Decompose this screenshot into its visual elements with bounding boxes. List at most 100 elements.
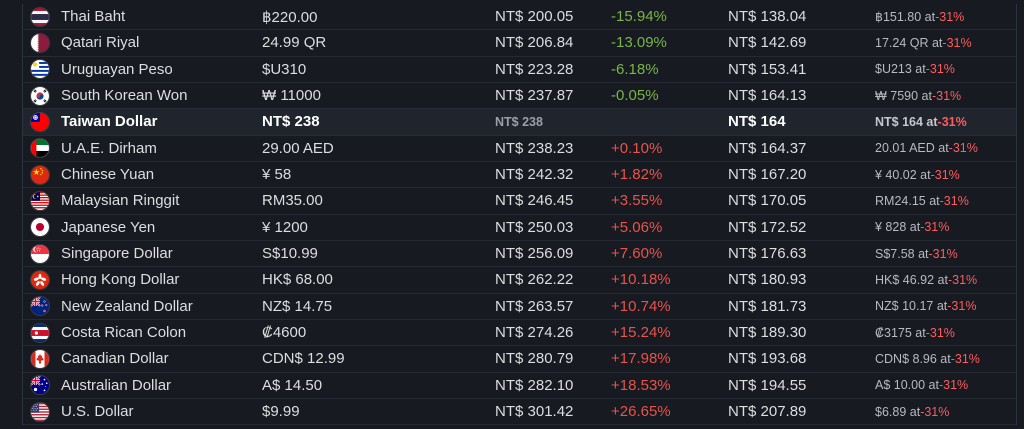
table-row: U.S. Dollar $9.99 NT$ 301.42 +26.65% NT$… [23,399,1016,426]
converted-price: NT$ 274.26 [495,324,574,342]
discount-info: ¥ 828 at -31% [875,215,949,240]
converted-price: NT$ 200.05 [495,8,574,26]
table-row: Uruguayan Peso $U310 NT$ 223.28 -6.18% N… [23,57,1016,83]
table-row: Hong Kong Dollar HK$ 68.00 NT$ 262.22 +1… [23,267,1016,294]
discount-percent: -31% [925,325,955,340]
sale-price: NT$ 180.93 [728,271,807,289]
local-price: $9.99 [262,403,300,421]
local-price: A$ 14.50 [262,376,323,394]
currency-name: Thai Baht [61,8,126,26]
converted-price: NT$ 250.03 [495,218,574,236]
local-price: ¥ 58 [262,166,292,184]
discount-price: ฿151.80 at [875,10,936,25]
converted-price: NT$ 301.42 [495,403,574,421]
price-difference: -13.09% [611,34,667,52]
sale-price: NT$ 170.05 [728,192,807,210]
discount-info: ₩ 7590 at -31% [875,83,961,108]
sale-price: NT$ 164.37 [728,139,807,157]
converted-price: NT$ 280.79 [495,350,574,368]
price-difference: -0.05% [611,87,659,105]
local-price: ¥ 1200 [262,218,308,236]
sale-price: NT$ 189.30 [728,324,807,342]
currency-name: Japanese Yen [61,218,156,236]
discount-percent: -31% [939,193,969,208]
sale-price: NT$ 194.55 [728,376,807,394]
currency-name: Costa Rican Colon [61,324,187,342]
hong-kong-flag-icon [30,269,50,290]
discount-percent: -31% [920,404,950,419]
uruguay-flag-icon [30,59,50,80]
currency-name: New Zealand Dollar [61,297,193,315]
sale-price: NT$ 193.68 [728,350,807,368]
table-row: U.A.E. Dirham 29.00 AED NT$ 238.23 +0.10… [23,136,1016,162]
currency-name: Canadian Dollar [61,350,169,368]
currency-name: Taiwan Dollar [61,113,158,131]
malaysia-flag-icon [30,190,50,211]
discount-percent: -31% [947,299,977,314]
price-comparison-table: Thai Baht ฿220.00 NT$ 200.05 -15.94% NT$… [22,4,1017,426]
discount-percent: -31% [947,272,978,287]
discount-info: $U213 at -31% [875,57,955,82]
currency-name: Hong Kong Dollar [61,271,180,289]
price-difference: +10.74% [611,297,671,315]
discount-percent: -31% [925,62,955,77]
sale-price: NT$ 164 [728,113,786,131]
currency-name: Qatari Riyal [61,34,140,52]
australia-flag-icon [30,375,50,396]
uae-flag-icon [30,138,50,159]
local-price: HK$ 68.00 [262,271,333,289]
discount-info: S$7.58 at -31% [875,241,958,266]
sale-price: NT$ 176.63 [728,245,807,263]
price-difference: +3.55% [611,192,663,210]
discount-price: NZ$ 10.17 at [875,299,948,314]
discount-info: $6.89 at -31% [875,399,949,424]
discount-info: ฿151.80 at -31% [875,4,964,29]
local-price: 29.00 AED [262,139,334,157]
sale-price: NT$ 138.04 [728,8,807,26]
discount-info: 17.24 QR at -31% [875,30,972,55]
converted-price: NT$ 223.28 [495,60,574,78]
discount-percent: -31% [942,35,972,50]
price-difference: -6.18% [611,60,659,78]
sale-price: NT$ 164.13 [728,87,807,105]
discount-info: NT$ 164 at -31% [875,109,967,134]
sale-price: NT$ 167.20 [728,166,807,184]
local-price: $U310 [262,60,307,78]
discount-price: 20.01 AED at [875,141,949,156]
discount-info: HK$ 46.92 at -31% [875,267,977,292]
table-row: Canadian Dollar CDN$ 12.99 NT$ 280.79 +1… [23,346,1016,373]
table-row: Taiwan Dollar NT$ 238 NT$ 238 NT$ 164 NT… [23,109,1016,136]
table-row: New Zealand Dollar NZ$ 14.75 NT$ 263.57 … [23,294,1016,320]
discount-percent: -31% [935,9,965,24]
table-row: Singapore Dollar S$10.99 NT$ 256.09 +7.6… [23,241,1016,268]
discount-price: RM24.15 at [875,193,940,208]
south-korea-flag-icon [30,85,50,106]
discount-info: CDN$ 8.96 at -31% [875,346,980,371]
currency-name: South Korean Won [61,87,188,105]
discount-info: ¥ 40.02 at -31% [875,162,960,187]
discount-info: NZ$ 10.17 at -31% [875,294,976,319]
currency-name: Chinese Yuan [61,166,155,184]
discount-price: $6.89 at [875,404,921,419]
discount-price: S$7.58 at [875,246,929,261]
table-row: Japanese Yen ¥ 1200 NT$ 250.03 +5.06% NT… [23,215,1016,241]
local-price: ₩ 11000 [262,87,321,105]
converted-price: NT$ 238.23 [495,139,574,157]
china-flag-icon [30,164,50,185]
price-difference: +26.65% [611,403,671,421]
local-price: ฿220.00 [262,8,318,26]
discount-price: CDN$ 8.96 at [875,351,951,366]
local-price: 24.99 QR [262,34,327,52]
local-price: RM35.00 [262,192,323,210]
discount-percent: -31% [920,220,950,235]
price-difference: +15.24% [611,324,671,342]
canada-flag-icon [30,348,50,369]
discount-info: A$ 10.00 at -31% [875,373,968,398]
price-difference: +18.53% [611,376,671,394]
currency-name: U.A.E. Dirham [61,139,157,157]
discount-price: ₡3175 at [875,325,926,340]
currency-name: Australian Dollar [61,376,172,394]
discount-percent: -31% [950,351,980,366]
converted-price: NT$ 263.57 [495,297,574,315]
discount-price: $U213 at [875,62,926,77]
